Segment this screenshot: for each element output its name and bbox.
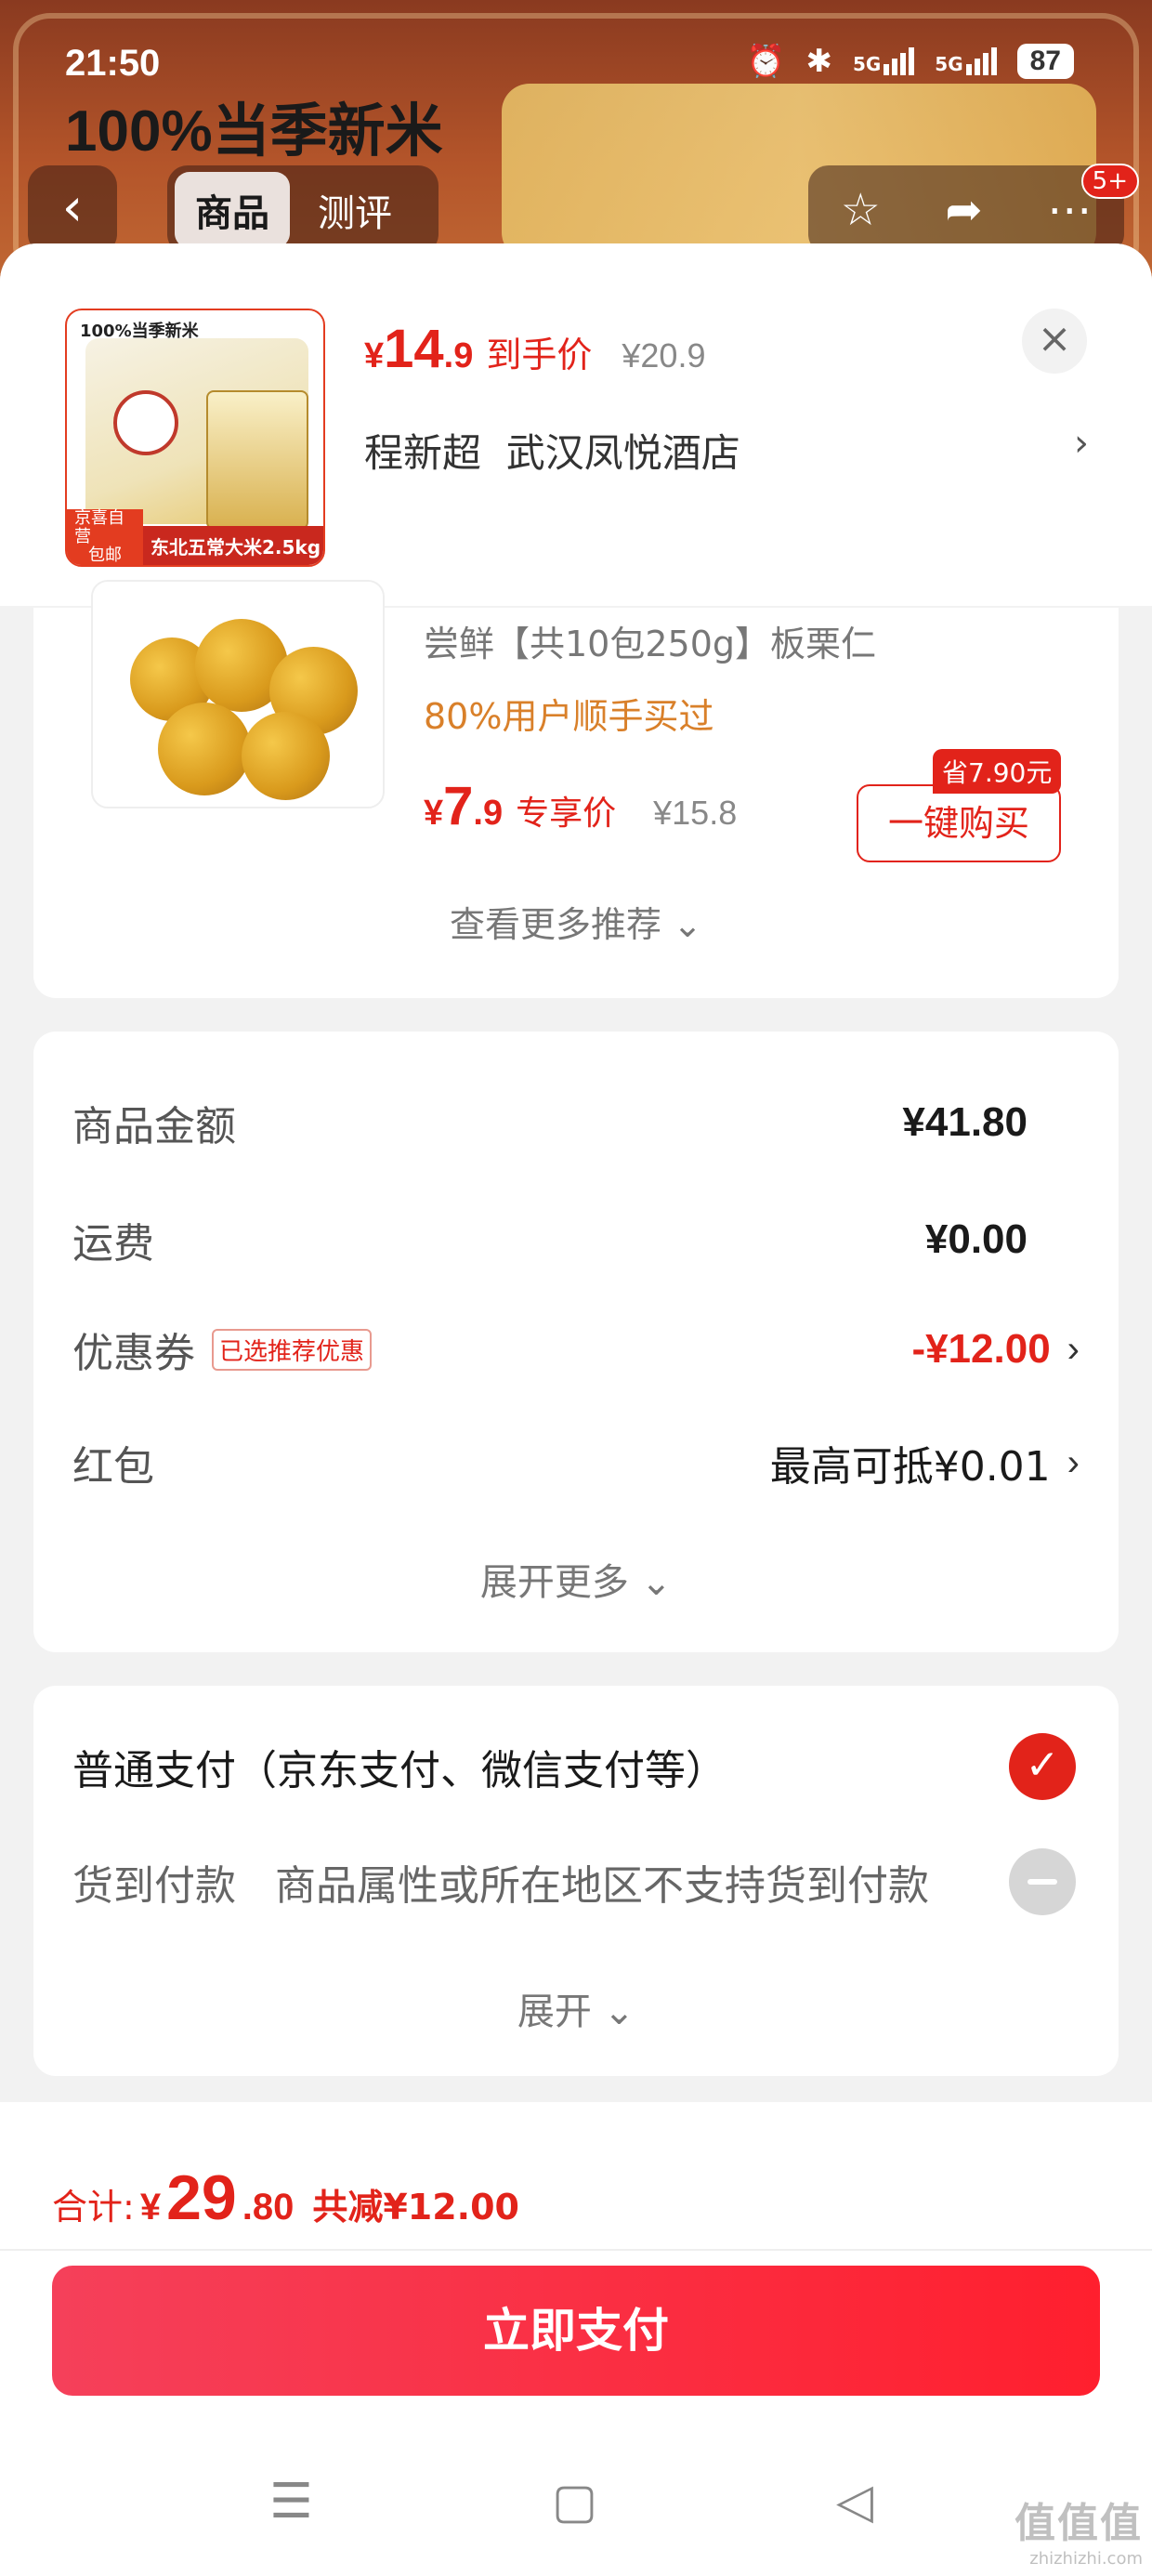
total-int: 29: [166, 2162, 237, 2233]
redpacket-value-group: 最高可抵¥0.01 ›: [770, 1433, 1080, 1492]
pay-now-button[interactable]: 立即支付: [52, 2266, 1100, 2396]
coupon-label: 优惠券: [72, 1330, 195, 1377]
system-nav-bar: ☰ ▢ ◁: [0, 2455, 1152, 2557]
seal-icon: [113, 390, 178, 455]
amount-card: 商品金额 ¥41.80 运费 ¥0.00 优惠券 已选推荐优惠 -¥12.00 …: [33, 1032, 1119, 1652]
thumb-desc: 东北五常大米2.5kg: [151, 535, 321, 559]
recommend-final-price: ¥7.9: [424, 776, 504, 836]
star-icon[interactable]: ☆: [841, 184, 881, 236]
recommend-name[interactable]: 尝鲜【共10包250g】板栗仁: [424, 615, 876, 666]
final-price-label: 到手价: [486, 335, 593, 375]
watermark-url: zhizhizhi.com: [1029, 2549, 1143, 2569]
address-selector[interactable]: 程新超 武汉凤悦酒店 ›: [364, 422, 1089, 479]
more-recommend-link[interactable]: 查看更多推荐 ⌄: [33, 896, 1119, 947]
product-thumbnail[interactable]: 100%当季新米 京喜自营 包邮 东北五常大米2.5kg: [65, 309, 325, 567]
home-icon[interactable]: ▢: [552, 2474, 597, 2530]
signal-2-icon: 5G: [935, 47, 997, 75]
signal-1-label: 5G: [852, 53, 882, 75]
back-nav-icon[interactable]: ◁: [836, 2474, 873, 2530]
payment-option-standard[interactable]: 普通支付（京东支付、微信支付等） ✓: [72, 1725, 1076, 1808]
total-label: 合计:: [52, 2187, 135, 2228]
coupon-value: -¥12.00: [911, 1326, 1051, 1372]
bluetooth-icon: ✱: [805, 43, 832, 80]
chevron-right-icon: ›: [1067, 1441, 1080, 1483]
coupon-value-group: -¥12.00 ›: [911, 1326, 1080, 1373]
tab-review[interactable]: 测评: [297, 172, 412, 248]
header-price: ¥14.9 到手价 ¥20.9: [364, 318, 705, 380]
nav-actions: ☆ ➦ ⋯: [808, 165, 1124, 255]
coupon-label-group: 优惠券 已选推荐优惠: [72, 1320, 373, 1379]
status-icons: ⏰ ✱ 5G 5G 87: [746, 43, 1074, 80]
goods-amount-value: ¥41.80: [902, 1099, 1028, 1145]
total-dec: .80: [242, 2187, 295, 2228]
message-badge: 5+: [1080, 164, 1139, 199]
shipping-label: 运费: [72, 1220, 154, 1268]
share-icon[interactable]: ➦: [945, 184, 982, 236]
rice-box-image: [206, 390, 308, 530]
checkout-sheet: 100%当季新米 京喜自营 包邮 东北五常大米2.5kg ¥14.9 到手价 ¥…: [0, 243, 1152, 2576]
redpacket-label: 红包: [72, 1443, 154, 1491]
nav-tabs: 商品 测评: [167, 165, 439, 255]
checkmark-icon[interactable]: ✓: [1009, 1733, 1076, 1800]
disabled-icon: [1009, 1848, 1076, 1915]
chevron-right-icon: ›: [1074, 422, 1089, 465]
quick-buy-button[interactable]: 一键购买: [857, 784, 1061, 862]
redpacket-value: 最高可抵¥0.01: [769, 1443, 1051, 1491]
sheet-header: 100%当季新米 京喜自营 包邮 东北五常大米2.5kg ¥14.9 到手价 ¥…: [0, 243, 1152, 606]
chevron-right-icon: ›: [1067, 1328, 1080, 1370]
cod-payment-label: 货到付款 商品属性或所在地区不支持货到付款: [72, 1862, 929, 1910]
save-tag: 省7.90元: [933, 749, 1062, 794]
thumb-ribbon: 京喜自营 包邮 东北五常大米2.5kg: [67, 509, 323, 565]
amount-row-coupon[interactable]: 优惠券 已选推荐优惠 -¥12.00 ›: [72, 1312, 1080, 1387]
back-button[interactable]: ‹: [28, 165, 117, 255]
tab-product[interactable]: 商品: [175, 172, 290, 248]
close-icon: ×: [1037, 315, 1072, 362]
watermark-logo: 值值值 zhizhizhi.com: [1015, 2490, 1143, 2569]
total-saved: 共减¥12.00: [312, 2187, 519, 2228]
watermark-text: 值值值: [1015, 2500, 1143, 2547]
address-text: 程新超 武汉凤悦酒店: [364, 430, 740, 476]
alarm-icon: ⏰: [746, 43, 786, 80]
status-time: 21:50: [65, 43, 161, 84]
ship-label: 京喜自营 包邮: [67, 509, 143, 565]
close-button[interactable]: ×: [1022, 309, 1087, 374]
expand-more-link[interactable]: 展开更多 ⌄: [33, 1552, 1119, 1606]
payment-option-cod: 货到付款 商品属性或所在地区不支持货到付款: [72, 1840, 1076, 1924]
amount-row-shipping: 运费 ¥0.00: [72, 1203, 1080, 1277]
total-yen: ¥: [139, 2187, 162, 2228]
amount-row-goods: 商品金额 ¥41.80: [72, 1085, 1080, 1160]
divider: [0, 2249, 1152, 2251]
standard-payment-label: 普通支付（京东支付、微信支付等）: [72, 1747, 727, 1794]
payment-card: 普通支付（京东支付、微信支付等） ✓ 货到付款 商品属性或所在地区不支持货到付款…: [33, 1686, 1119, 2076]
recommend-original-price: ¥15.8: [653, 794, 738, 832]
signal-2-label: 5G: [935, 53, 963, 75]
signal-1-icon: 5G: [852, 47, 915, 75]
recommend-bought: 80%用户顺手买过: [424, 696, 714, 737]
final-price: ¥14.9: [364, 319, 474, 379]
recommend-price-label: 专享价: [516, 795, 617, 833]
rice-bag-image: [85, 338, 308, 530]
payment-expand-link[interactable]: 展开 ⌄: [33, 1981, 1119, 2035]
menu-icon[interactable]: ☰: [269, 2474, 313, 2530]
total-line: 合计: ¥29.80 共减¥12.00: [52, 2162, 519, 2234]
chestnut-image[interactable]: [91, 580, 385, 808]
ship-label-1: 京喜自营: [74, 508, 124, 546]
shipping-value: ¥0.00: [924, 1216, 1028, 1262]
amount-row-redpacket[interactable]: 红包 最高可抵¥0.01 ›: [72, 1426, 1080, 1500]
bottom-bar: 合计: ¥29.80 共减¥12.00 立即支付 ☰ ▢ ◁ 值值值 zhizh…: [0, 2102, 1152, 2576]
recommend-card: 尝鲜【共10包250g】板栗仁 80%用户顺手买过 ¥7.9 专享价 ¥15.8…: [33, 580, 1119, 998]
original-price: ¥20.9: [622, 336, 706, 375]
chevron-left-icon: ‹: [61, 177, 84, 238]
recommend-price: ¥7.9 专享价 ¥15.8: [424, 775, 737, 837]
goods-amount-label: 商品金额: [72, 1103, 236, 1150]
ship-label-2: 包邮: [88, 545, 122, 565]
page-headline: 100%当季新米: [65, 99, 443, 164]
coupon-tag: 已选推荐优惠: [212, 1328, 373, 1371]
battery-icon: 87: [1016, 44, 1074, 79]
